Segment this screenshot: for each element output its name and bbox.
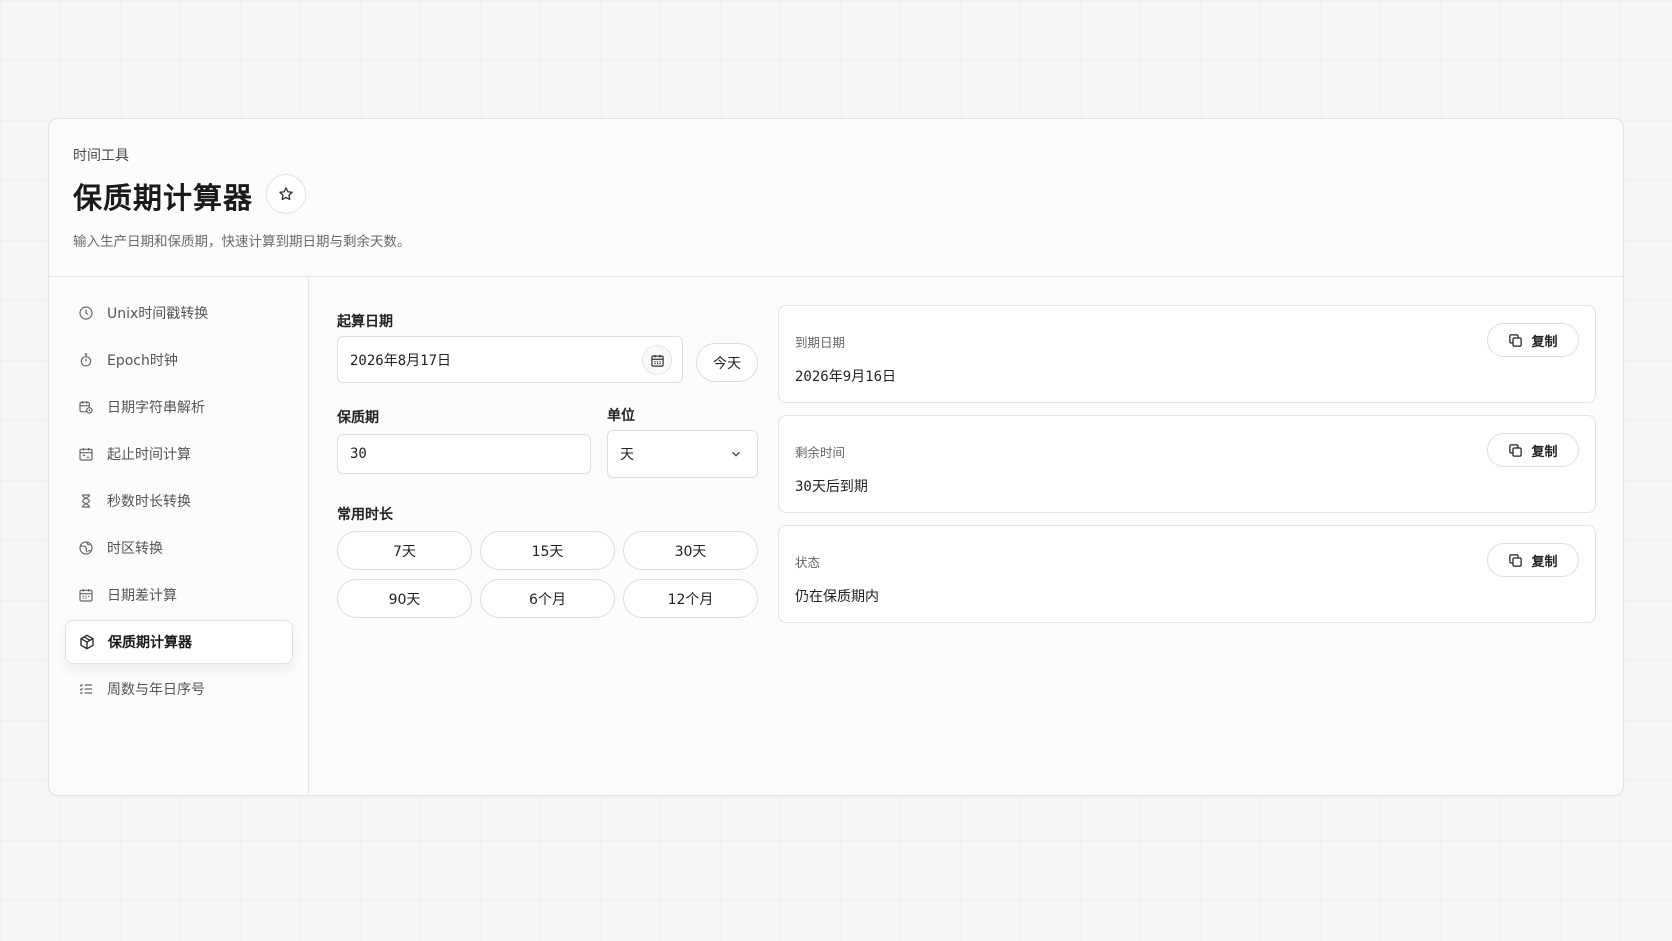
hourglass-icon: [77, 492, 95, 510]
package-icon: [78, 633, 96, 651]
preset-7-days-button[interactable]: 7天: [337, 531, 472, 570]
preset-15-days-button[interactable]: 15天: [480, 531, 615, 570]
calendar-range-icon: [77, 445, 95, 463]
start-date-value: 2026年8月17日: [350, 352, 452, 369]
sidebar-item-epoch-clock[interactable]: Epoch时钟: [65, 338, 293, 382]
unit-value: 天: [620, 447, 634, 463]
expiry-date-card: 到期日期 2026年9月16日 复制: [778, 305, 1596, 403]
sidebar-item-shelf-life[interactable]: 保质期计算器: [65, 620, 293, 664]
preset-6-months-button[interactable]: 6个月: [480, 579, 615, 618]
unit-select[interactable]: 天: [607, 430, 758, 478]
copy-icon: [1509, 443, 1523, 457]
clock-icon: [77, 304, 95, 322]
copy-status-button[interactable]: 复制: [1487, 543, 1579, 577]
status-value: 仍在保质期内: [795, 589, 879, 605]
copy-label: 复制: [1531, 334, 1558, 350]
sidebar-item-week-number[interactable]: 周数与年日序号: [65, 667, 293, 711]
sidebar-item-unix-timestamp[interactable]: Unix时间戳转换: [65, 291, 293, 335]
stopwatch-icon: [77, 351, 95, 369]
calendar-clock-icon: [77, 398, 95, 416]
preset-90-days-button[interactable]: 90天: [337, 579, 472, 618]
today-button[interactable]: 今天: [696, 343, 758, 382]
status-label: 状态: [795, 555, 821, 570]
copy-expiry-button[interactable]: 复制: [1487, 323, 1579, 357]
sidebar-item-label: Epoch时钟: [107, 353, 178, 369]
shelf-life-label: 保质期: [337, 410, 379, 426]
remaining-time-label: 剩余时间: [795, 445, 846, 460]
preset-30-days-button[interactable]: 30天: [623, 531, 758, 570]
list-check-icon: [77, 680, 95, 698]
copy-remaining-button[interactable]: 复制: [1487, 433, 1579, 467]
start-date-input[interactable]: 2026年8月17日: [337, 336, 683, 383]
expiry-date-label: 到期日期: [795, 335, 846, 350]
sidebar-item-label: 日期字符串解析: [107, 400, 205, 416]
unit-label: 单位: [607, 408, 635, 424]
sidebar-item-label: 日期差计算: [107, 588, 177, 604]
breadcrumb[interactable]: 时间工具: [73, 145, 129, 165]
status-card: 状态 仍在保质期内 复制: [778, 525, 1596, 623]
presets-label: 常用时长: [337, 507, 393, 523]
sidebar-item-duration[interactable]: 秒数时长转换: [65, 479, 293, 523]
chevron-down-icon: [732, 451, 740, 457]
sidebar-item-date-parse[interactable]: 日期字符串解析: [65, 385, 293, 429]
calendar-icon: [650, 354, 664, 367]
remaining-time-value: 30天后到期: [795, 479, 868, 495]
globe-icon: [77, 539, 95, 557]
sidebar-item-label: 保质期计算器: [108, 635, 192, 651]
sidebar-item-label: Unix时间戳转换: [107, 306, 209, 322]
sidebar-item-label: 时区转换: [107, 541, 163, 557]
date-picker-button[interactable]: [642, 345, 672, 375]
sidebar-item-label: 起止时间计算: [107, 447, 191, 463]
sidebar: Unix时间戳转换 Epoch时钟 日期字符串解析 起止时间计算 秒数时长转换 …: [49, 277, 309, 795]
copy-label: 复制: [1531, 444, 1558, 460]
remaining-time-card: 剩余时间 30天后到期 复制: [778, 415, 1596, 513]
sidebar-item-date-diff[interactable]: 日期差计算: [65, 573, 293, 617]
copy-label: 复制: [1531, 554, 1558, 570]
start-date-label: 起算日期: [337, 314, 393, 330]
copy-icon: [1509, 553, 1523, 567]
expiry-date-value: 2026年9月16日: [795, 369, 897, 385]
sidebar-item-label: 周数与年日序号: [107, 682, 205, 698]
shelf-life-value: 30: [350, 446, 367, 462]
preset-12-months-button[interactable]: 12个月: [623, 579, 758, 618]
star-icon: [279, 187, 293, 201]
favorite-button[interactable]: [266, 174, 306, 214]
sidebar-item-label: 秒数时长转换: [107, 494, 191, 510]
sidebar-item-timezone[interactable]: 时区转换: [65, 526, 293, 570]
page-header: 时间工具 保质期计算器 输入生产日期和保质期，快速计算到期日期与剩余天数。: [49, 119, 1623, 277]
tool-card: 时间工具 保质期计算器 输入生产日期和保质期，快速计算到期日期与剩余天数。 Un…: [48, 118, 1624, 796]
calendar-icon: [77, 586, 95, 604]
page-title: 保质期计算器: [73, 181, 254, 215]
copy-icon: [1509, 333, 1523, 347]
sidebar-item-range-calc[interactable]: 起止时间计算: [65, 432, 293, 476]
shelf-life-input[interactable]: 30: [337, 434, 591, 474]
page-description: 输入生产日期和保质期，快速计算到期日期与剩余天数。: [73, 234, 411, 250]
